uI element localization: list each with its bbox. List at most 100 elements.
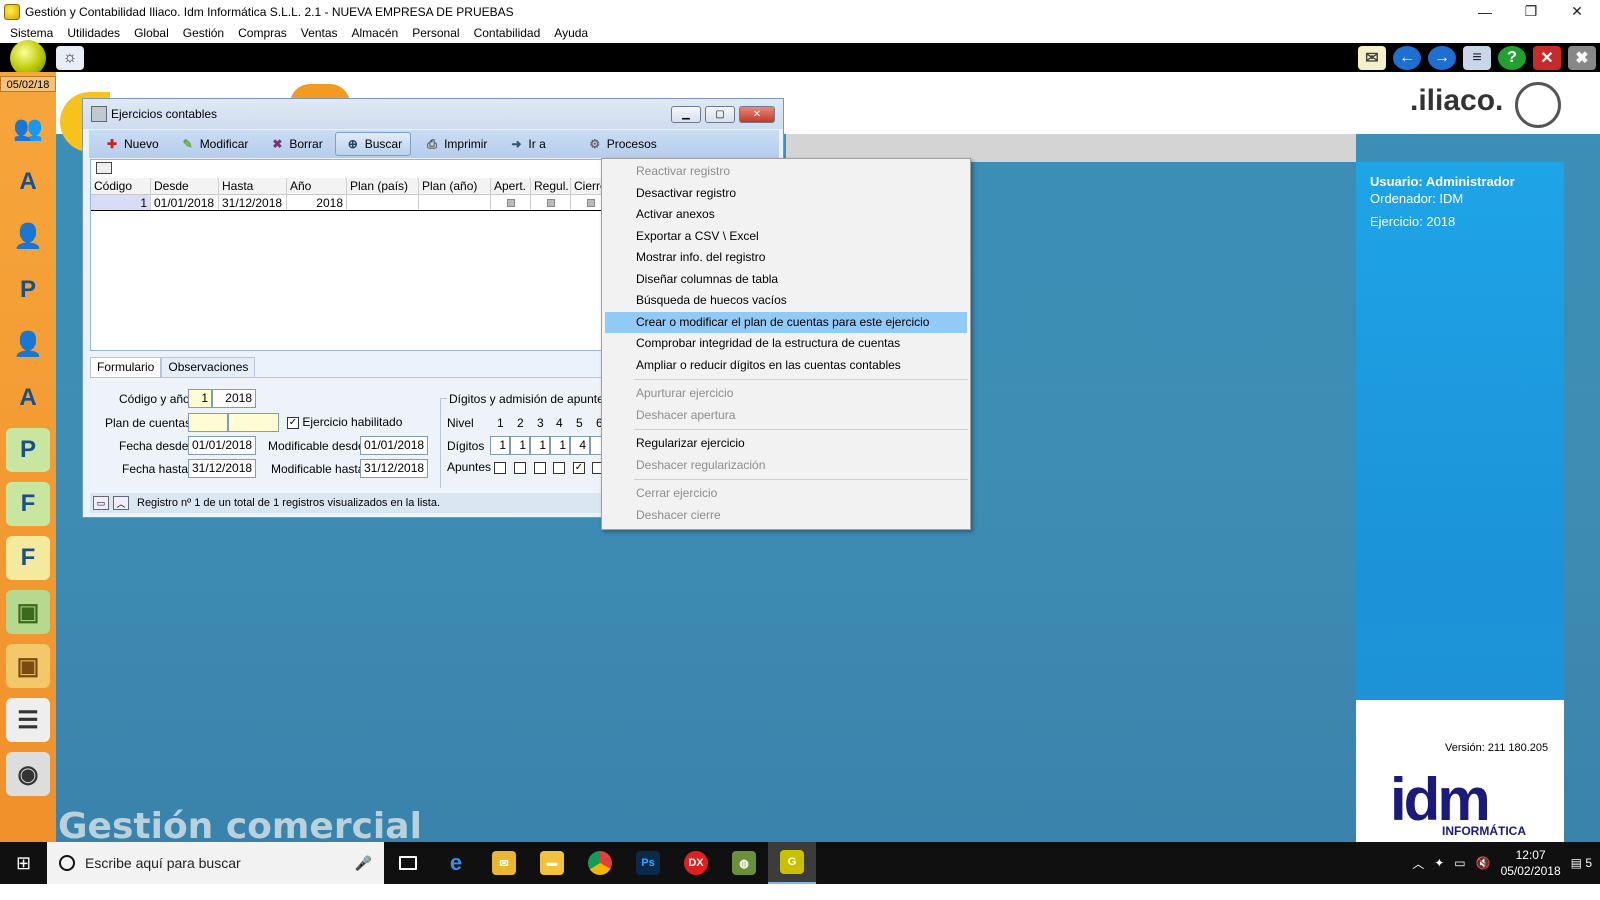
tools-disc-icon[interactable]: ◉ [6,752,50,796]
contacts-icon[interactable]: 👤 [6,322,50,366]
imprimir-button[interactable]: ⎙ Imprimir [415,132,495,156]
minimize-button[interactable]: — [1462,0,1508,23]
mail-app-icon[interactable]: ✉ [480,842,528,884]
forward-arrow-icon[interactable]: → [1428,45,1456,70]
menu-gestion[interactable]: Gestión [176,26,231,40]
digitos-3-field[interactable]: 1 [530,436,550,455]
windows-start-icon[interactable]: ⊞ [0,842,47,884]
volume-muted-icon[interactable]: 🔇 [1476,856,1491,870]
help-icon[interactable]: ? [1498,45,1526,70]
col-plan-pais[interactable]: Plan (país) [347,178,419,194]
ir-a-button[interactable]: ➜ Ir a [499,132,553,156]
col-apert[interactable]: Apert. [491,178,531,194]
menu-almacen[interactable]: Almacén [345,26,406,40]
mail-icon[interactable]: ✉ [1358,45,1386,70]
iliaco-app-icon[interactable]: G [768,842,816,884]
warehouse-articles-icon[interactable]: A [6,160,50,204]
edge-icon[interactable]: e [432,842,480,884]
apuntes-1-checkbox[interactable] [494,460,506,474]
col-anio[interactable]: Año [287,178,347,194]
menu-item-busqueda-huecos[interactable]: Búsqueda de huecos vacíos [605,290,967,311]
menu-utilidades[interactable]: Utilidades [60,26,127,40]
menu-ventas[interactable]: Ventas [294,26,345,40]
subwindow-minimize-button[interactable]: ▁ [671,105,701,123]
calendar-icon[interactable]: ☼ [56,45,84,70]
procesos-button[interactable]: ⚙ Procesos [578,132,665,156]
menu-item-cerrar-ejercicio[interactable]: Cerrar ejercicio [605,483,967,504]
notifications-icon[interactable]: ▤ 5 [1571,856,1592,870]
col-plan-anio[interactable]: Plan (año) [419,178,491,194]
home-orb-icon[interactable] [10,39,46,76]
menu-item-disenar-columnas[interactable]: Diseñar columnas de tabla [605,269,967,290]
dx-app-icon[interactable]: DX [672,842,720,884]
digitos-5-field[interactable]: 4 [570,436,590,455]
subwindow-titlebar[interactable]: Ejercicios contables ▁ ▢ ✕ [83,99,783,129]
tab-formulario[interactable]: Formulario [90,357,162,377]
menu-item-deshacer-regularizacion[interactable]: Deshacer regularización [605,455,967,476]
invoices-icon[interactable]: F [6,482,50,526]
customer-icon[interactable]: 👤 [6,214,50,258]
subwindow-close-button[interactable]: ✕ [739,105,775,123]
grid-options-icon[interactable] [96,162,112,174]
chevron-up-icon[interactable]: ︿ [1412,855,1424,872]
menu-ayuda[interactable]: Ayuda [547,26,595,40]
fecha-hasta-field[interactable]: 31/12/2018 [188,459,256,478]
anio-field[interactable]: 2018 [212,389,256,408]
close-window-icon[interactable]: ✕ [1533,45,1561,70]
col-hasta[interactable]: Hasta [219,178,287,194]
taskbar-search-box[interactable]: Escribe aquí para buscar 🎤 [47,842,384,884]
fecha-desde-field[interactable]: 01/01/2018 [188,436,256,455]
file-explorer-icon[interactable]: ▬ [528,842,576,884]
modificar-button[interactable]: ✎ Modificar [171,132,257,156]
menu-item-regularizar[interactable]: Regularizar ejercicio [605,433,967,454]
menu-item-ampliar-digitos[interactable]: Ampliar o reducir dígitos en las cuentas… [605,355,967,376]
record-nav-icon[interactable]: ▭ [93,496,109,510]
budgets-icon[interactable]: P [6,428,50,472]
nuevo-button[interactable]: ✚ Nuevo [95,132,167,156]
menu-personal[interactable]: Personal [405,26,466,40]
iliaco-globe-icon[interactable]: ◍ [720,842,768,884]
dropbox-icon[interactable]: ✦ [1434,856,1444,870]
menu-item-activar-anexos[interactable]: Activar anexos [605,204,967,225]
plan-year-field[interactable] [228,413,279,432]
network-icon[interactable]: ▭ [1454,856,1465,870]
plan-field[interactable] [188,413,228,432]
sales-bag-icon[interactable]: ▣ [6,644,50,688]
borrar-button[interactable]: ✖ Borrar [260,132,330,156]
users-group-icon[interactable]: 👥 [6,106,50,150]
ledger-icon[interactable]: ☰ [6,698,50,742]
table-row[interactable]: 1 01/01/2018 31/12/2018 2018 [91,195,611,211]
col-desde[interactable]: Desde [151,178,219,194]
menu-item-comprobar-integridad[interactable]: Comprobar integridad de la estructura de… [605,333,967,354]
subwindow-maximize-button[interactable]: ▢ [705,105,735,123]
menu-item-apertura[interactable]: Apurturar ejercicio [605,383,967,404]
restore-button[interactable]: ❐ [1508,0,1554,23]
habilitado-checkbox[interactable]: ✓ Ejercicio habilitado [287,415,402,429]
close-all-icon[interactable]: ✖ [1568,45,1596,70]
codigo-field[interactable]: 1 [188,389,212,408]
apuntes-2-checkbox[interactable] [514,460,526,474]
photoshop-icon[interactable]: Ps [624,842,672,884]
menu-global[interactable]: Global [127,26,176,40]
menu-sistema[interactable]: Sistema [3,26,60,40]
apuntes-3-checkbox[interactable] [534,460,546,474]
menu-item-deshacer-cierre[interactable]: Deshacer cierre [605,505,967,526]
mod-hasta-field[interactable]: 31/12/2018 [360,459,428,478]
menu-contabilidad[interactable]: Contabilidad [467,26,548,40]
col-codigo[interactable]: Código [91,178,151,194]
buscar-button[interactable]: ⊕ Buscar [334,132,412,156]
microphone-icon[interactable]: 🎤 [355,855,372,872]
clock[interactable]: 12:07 05/02/2018 [1501,847,1561,879]
chrome-icon[interactable] [576,842,624,884]
back-arrow-icon[interactable]: ← [1393,45,1421,70]
menu-compras[interactable]: Compras [231,26,294,40]
digitos-1-field[interactable]: 1 [490,436,510,455]
tab-observaciones[interactable]: Observaciones [161,357,256,377]
collapse-up-icon[interactable]: ︿ [113,496,129,510]
apuntes-4-checkbox[interactable] [553,460,565,474]
digitos-2-field[interactable]: 1 [510,436,530,455]
windows-list-icon[interactable]: ≡ [1463,45,1491,70]
menu-item-deshacer-apertura[interactable]: Deshacer apertura [605,405,967,426]
supplier-icon[interactable]: P [6,268,50,312]
menu-item-reactivar[interactable]: Reactivar registro [605,161,967,182]
